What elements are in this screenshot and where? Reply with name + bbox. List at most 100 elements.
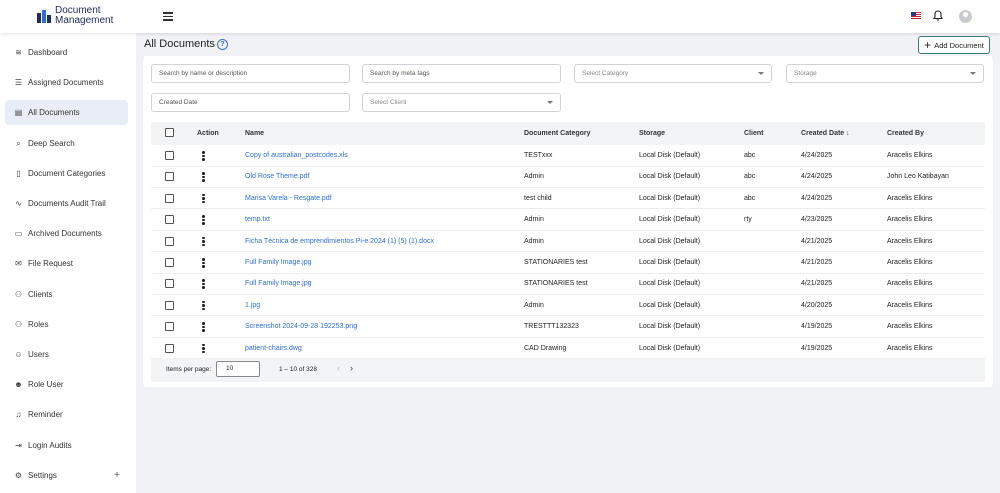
language-flag-icon[interactable] [911,12,921,20]
row-checkbox[interactable] [165,322,174,332]
prev-page-icon[interactable]: ‹ [337,363,340,373]
sidebar-item-label: Archived Documents [28,229,102,239]
row-checkbox[interactable] [165,343,174,353]
header-created-date-label: Created Date [801,130,845,137]
row-checkbox[interactable] [165,300,174,310]
items-per-page-label: Items per page: [166,366,212,373]
search-name-input[interactable]: Search by name or description [151,64,350,83]
sidebar-item-archived-documents[interactable]: ▭ Archived Documents [5,221,128,246]
header-client[interactable]: Client [744,130,763,137]
next-page-icon[interactable]: › [350,363,353,373]
header-name[interactable]: Name [245,130,264,137]
cell-name[interactable]: Screenshot 2024-09-28 192253.png [245,323,357,330]
table-header: Action Name Document Category Storage Cl… [151,122,985,145]
table-row[interactable]: 1.jpg Admin Local Disk (Default) 4/20/2025 A… [151,295,985,317]
notification-bell-icon[interactable] [932,10,944,22]
app-logo[interactable]: Document Management [36,6,113,26]
sidebar-item-dashboard[interactable]: ≋ Dashboard [5,40,128,65]
search-meta-input[interactable]: Search by meta tags [362,64,561,83]
more-vert-icon[interactable] [202,172,205,183]
cell-storage: Local Disk (Default) [639,301,701,309]
sidebar-item-assigned-documents[interactable]: ☰ Assigned Documents [5,70,128,95]
cell-name[interactable]: Old Rose Theme.pdf [245,173,309,180]
more-vert-icon[interactable] [202,300,205,312]
cell-storage: Local Disk (Default) [639,344,701,352]
login-icon: ⇥ [15,440,22,450]
row-checkbox[interactable] [165,258,174,267]
row-checkbox[interactable] [165,172,174,182]
table-row[interactable]: Full Family Image.jpg STATIONARIES test Lo… [151,273,985,295]
more-vert-icon[interactable] [202,151,205,162]
category-select[interactable]: Select Category [574,64,772,83]
sidebar-item-label: Clients [28,289,53,299]
menu-toggle-icon[interactable] [163,12,173,21]
header-created-by[interactable]: Created By [887,130,924,137]
cell-name[interactable]: Marisa Varela - Resgate.pdf [245,195,332,202]
cell-created-date: 4/23/2025 [801,216,833,224]
sidebar-item-users[interactable]: ☺ Users [5,342,128,367]
expand-plus-icon[interactable]: + [114,470,120,481]
created-date-input[interactable]: Created Date [151,93,350,112]
cell-storage: Local Disk (Default) [639,194,701,202]
cell-created-date: 4/19/2025 [801,344,833,352]
more-vert-icon[interactable] [202,343,205,355]
header-created-date[interactable]: Created Date ↓ [801,130,850,137]
sidebar-item-role-user[interactable]: ☻ Role User [5,372,128,397]
more-vert-icon[interactable] [202,215,205,226]
user-icon: ☺ [14,350,23,359]
cell-name[interactable]: Copy of australian_postcodes.xls [245,152,348,159]
sidebar-item-roles[interactable]: ⚇ Roles [5,312,128,337]
table-row[interactable]: Copy of australian_postcodes.xls TESTxxx L… [151,145,985,167]
documents-card: Search by name or description Search by … [143,56,993,387]
header-storage[interactable]: Storage [639,130,665,137]
cell-name[interactable]: temp.txt [245,216,270,223]
client-select[interactable]: Select Client [362,93,561,112]
sidebar-item-document-categories[interactable]: ▯ Document Categories [5,161,128,186]
sidebar-item-file-request[interactable]: ✉ File Request [5,251,128,276]
cell-name[interactable]: Full Family Image.jpg [245,259,312,266]
storage-select[interactable]: Storage [786,64,984,83]
search-icon: ⌕ [16,138,21,148]
page-size-select[interactable]: 10 [216,361,260,377]
table-row[interactable]: temp.txt Admin Local Disk (Default) rty 4/23… [151,209,985,231]
sidebar-item-all-documents[interactable]: ▤ All Documents [5,100,128,126]
cell-name[interactable]: Full Family Image.jpg [245,280,312,287]
cell-name[interactable]: 1.jpg [245,302,260,309]
sidebar-item-login-audits[interactable]: ⇥ Login Audits [5,433,128,458]
sidebar-item-deep-search[interactable]: ⌕ Deep Search [5,131,128,156]
more-vert-icon[interactable] [202,258,205,269]
cell-category: STATIONARIES test [524,280,588,288]
sidebar-item-settings[interactable]: ⚙ Settings + [5,463,128,488]
more-vert-icon[interactable] [202,193,205,205]
cell-storage: Local Disk (Default) [639,237,701,245]
sidebar-item-reminder[interactable]: ♫ Reminder [5,402,128,427]
select-all-checkbox[interactable] [165,128,174,137]
table-row[interactable]: Old Rose Theme.pdf Admin Local Disk (Defau… [151,166,985,188]
page-range: 1 – 10 of 328 [279,366,317,373]
table-row[interactable]: Full Family Image.jpg STATIONARIES test Lo… [151,252,985,274]
more-vert-icon[interactable] [202,322,205,333]
sidebar-item-documents-audit-trail[interactable]: ∿ Documents Audit Trail [5,191,128,216]
cell-name[interactable]: patient-chairs.dwg [245,345,302,352]
row-checkbox[interactable] [165,193,174,203]
sidebar-item-clients[interactable]: ⚇ Clients [5,282,128,307]
row-checkbox[interactable] [165,236,174,246]
add-document-button[interactable]: + Add Document [918,36,990,54]
row-checkbox[interactable] [165,215,174,225]
row-checkbox[interactable] [165,151,174,160]
cell-created-by: Aracelis Elkins [887,344,933,352]
more-vert-icon[interactable] [202,279,205,290]
more-vert-icon[interactable] [202,236,205,248]
table-row[interactable]: Ficha Técnica de emprendimientos Pi-e 20… [151,231,985,253]
cell-name[interactable]: Ficha Técnica de emprendimientos Pi-e 20… [245,238,434,245]
row-checkbox[interactable] [165,279,174,289]
logo-line-2: Management [55,15,114,26]
header-category[interactable]: Document Category [524,130,591,137]
sidebar-item-label: Role User [28,380,64,390]
user-avatar[interactable] [959,10,972,23]
document-icon: ▤ [14,108,23,118]
table-row[interactable]: patient-chairs.dwg CAD Drawing Local Disk … [151,338,985,360]
help-icon[interactable]: ? [217,39,228,50]
table-row[interactable]: Marisa Varela - Resgate.pdf test child Loc… [151,188,985,210]
table-row[interactable]: Screenshot 2024-09-28 192253.png TRESTTT1… [151,316,985,338]
